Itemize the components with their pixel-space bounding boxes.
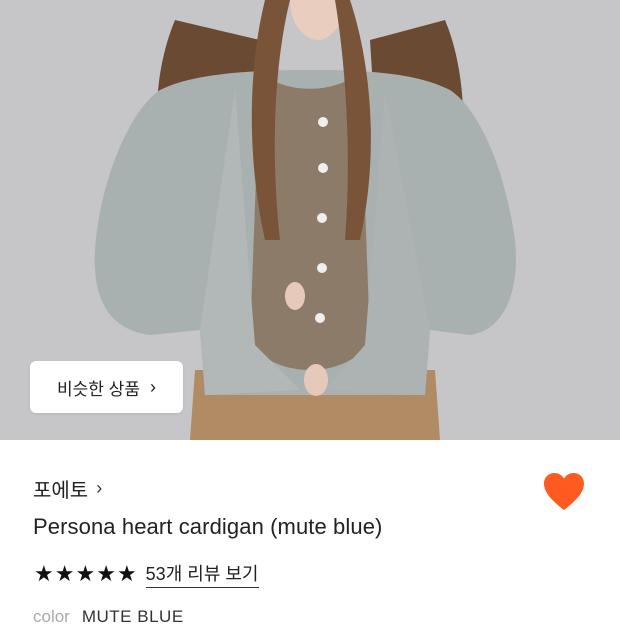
chevron-right-icon: › <box>149 376 156 397</box>
similar-products-button[interactable]: 비슷한 상품 › <box>30 361 183 413</box>
option-value: MUTE BLUE <box>81 607 184 626</box>
heart-icon[interactable] <box>543 472 585 512</box>
brand-link[interactable]: 포에토 › <box>33 474 102 503</box>
review-link[interactable]: 53개 리뷰 보기 <box>145 560 259 588</box>
rating-stars: ★ ★ ★ ★ ★ <box>34 562 137 586</box>
product-name: Persona heart cardigan (mute blue) <box>33 514 383 539</box>
star-icon: ★ <box>116 561 137 586</box>
star-icon: ★ <box>75 561 96 586</box>
star-icon: ★ <box>54 561 75 586</box>
star-icon: ★ <box>34 561 54 586</box>
rating-row: ★ ★ ★ ★ ★ 53개 리뷰 보기 <box>34 560 259 588</box>
option-row: color MUTE BLUE <box>33 607 184 627</box>
option-label: color <box>33 607 70 626</box>
similar-products-label: 비슷한 상품 <box>57 379 140 399</box>
chevron-right-icon: › <box>96 478 103 498</box>
brand-name: 포에토 <box>33 480 89 502</box>
star-icon: ★ <box>96 561 116 586</box>
